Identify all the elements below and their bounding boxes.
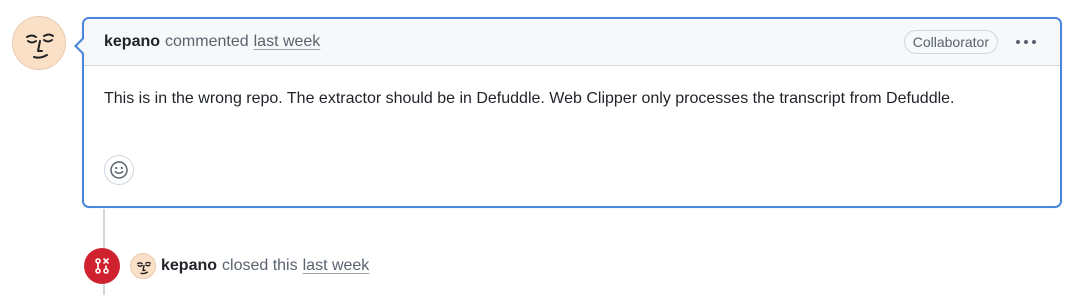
timeline-event-closed: kepano closed this last week [84,248,369,284]
event-author-link[interactable]: kepano [161,257,217,275]
event-author-avatar[interactable] [130,253,156,279]
author-avatar[interactable] [12,16,66,70]
comment-box: kepano commented last week Collaborator … [74,17,1062,208]
comment-author-link[interactable]: kepano [104,33,160,51]
comment-header: kepano commented last week Collaborator [84,19,1060,66]
avatar-face-icon [26,33,54,59]
event-timestamp-link[interactable]: last week [303,257,370,275]
smiley-icon [110,161,128,179]
git-pull-request-closed-icon [84,248,120,284]
comment-action-text: commented [165,33,249,50]
collaborator-badge: Collaborator [903,30,998,54]
kebab-dot [1032,40,1036,44]
comment-body: This is in the wrong repo. The extractor… [104,90,955,107]
avatar-face-icon [137,261,151,275]
kebab-dot [1016,40,1020,44]
event-action-text: closed this [222,257,298,274]
kebab-dot [1024,40,1028,44]
add-reaction-button[interactable] [104,155,134,185]
comment-header-actions: Collaborator [903,30,1040,54]
kebab-horizontal-icon[interactable] [1012,36,1040,48]
comment-timestamp-link[interactable]: last week [254,33,321,51]
